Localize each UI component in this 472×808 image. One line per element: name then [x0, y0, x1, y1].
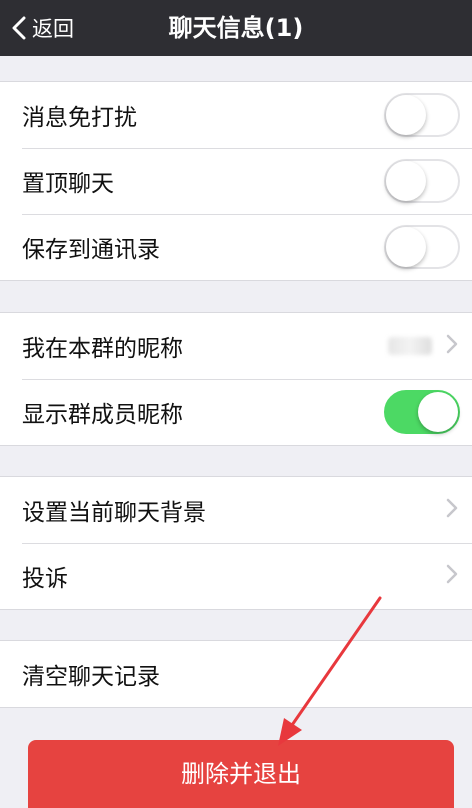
chat-options-group: 设置当前聊天背景 投诉	[0, 476, 472, 610]
show-member-nicknames-label: 显示群成员昵称	[22, 402, 183, 428]
save-to-contacts-row: 保存到通讯录	[0, 214, 472, 280]
history-group: 清空聊天记录	[0, 640, 472, 708]
report-label: 投诉	[22, 566, 68, 592]
toggle-knob	[418, 392, 458, 432]
pin-chat-toggle[interactable]	[384, 159, 460, 203]
notification-settings-group: 消息免打扰 置顶聊天 保存到通讯录	[0, 81, 472, 281]
clear-history-row[interactable]: 清空聊天记录	[0, 641, 472, 707]
my-group-nickname-row[interactable]: 我在本群的昵称	[0, 313, 472, 379]
page-title: 聊天信息(1)	[168, 14, 304, 42]
nickname-value-blurred	[388, 337, 432, 355]
report-row[interactable]: 投诉	[0, 543, 472, 609]
chat-background-row[interactable]: 设置当前聊天背景	[0, 477, 472, 543]
toggle-knob	[386, 161, 426, 201]
navigation-bar: 返回 聊天信息(1)	[0, 0, 472, 56]
chevron-right-icon	[446, 498, 458, 522]
save-to-contacts-label: 保存到通讯录	[22, 237, 160, 263]
chevron-right-icon	[446, 334, 458, 358]
save-to-contacts-toggle[interactable]	[384, 225, 460, 269]
chevron-right-icon	[446, 564, 458, 588]
mute-notifications-toggle[interactable]	[384, 93, 460, 137]
toggle-knob	[386, 227, 426, 267]
mute-notifications-label: 消息免打扰	[22, 105, 137, 131]
pin-chat-row: 置顶聊天	[0, 148, 472, 214]
toggle-knob	[386, 95, 426, 135]
show-member-nicknames-row: 显示群成员昵称	[0, 379, 472, 445]
pin-chat-label: 置顶聊天	[22, 171, 114, 197]
nickname-settings-group: 我在本群的昵称 显示群成员昵称	[0, 312, 472, 446]
delete-and-exit-button[interactable]: 删除并退出	[28, 740, 454, 808]
show-member-nicknames-toggle[interactable]	[384, 390, 460, 434]
my-group-nickname-label: 我在本群的昵称	[22, 336, 183, 362]
mute-notifications-row: 消息免打扰	[0, 82, 472, 148]
clear-history-label: 清空聊天记录	[22, 664, 160, 690]
chat-background-label: 设置当前聊天背景	[22, 500, 206, 526]
